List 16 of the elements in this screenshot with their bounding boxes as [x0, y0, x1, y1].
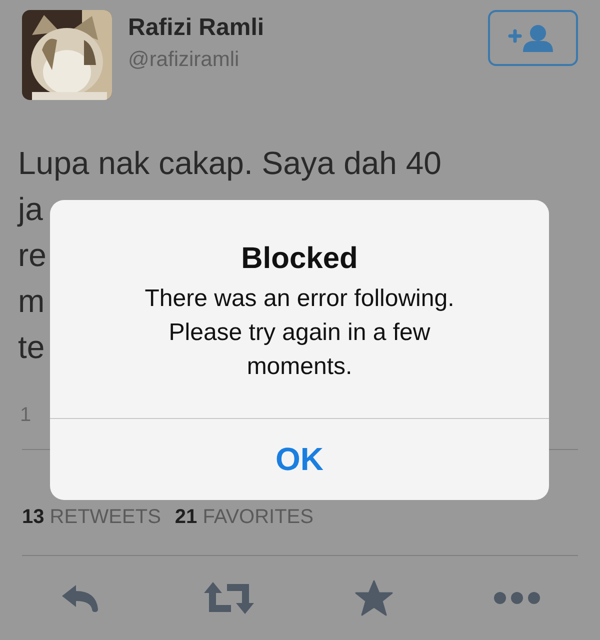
user-name: Rafizi Ramli [128, 14, 266, 42]
stat-count[interactable]: 21 FAVORITES [174, 506, 314, 529]
user-handle: @rafiziramli [128, 48, 240, 72]
alert-message: There was an error following. Please try again in a few moments. [144, 284, 456, 382]
star-icon [355, 580, 394, 616]
tweet-text: te [18, 328, 45, 367]
retweet-icon [202, 581, 255, 615]
tweet-text: ja [18, 190, 43, 229]
alert-title: Blocked [241, 242, 358, 276]
tweet-text: m [18, 282, 45, 321]
stat-count[interactable]: 13 RETWEETS [22, 506, 161, 529]
more-icon [494, 591, 540, 605]
ok-button[interactable]: OK [50, 418, 549, 500]
tweet-text: Lupa nak cakap. Saya dah 40 [18, 144, 442, 183]
follow-button[interactable] [488, 10, 578, 66]
tweet-text: re [18, 236, 46, 275]
